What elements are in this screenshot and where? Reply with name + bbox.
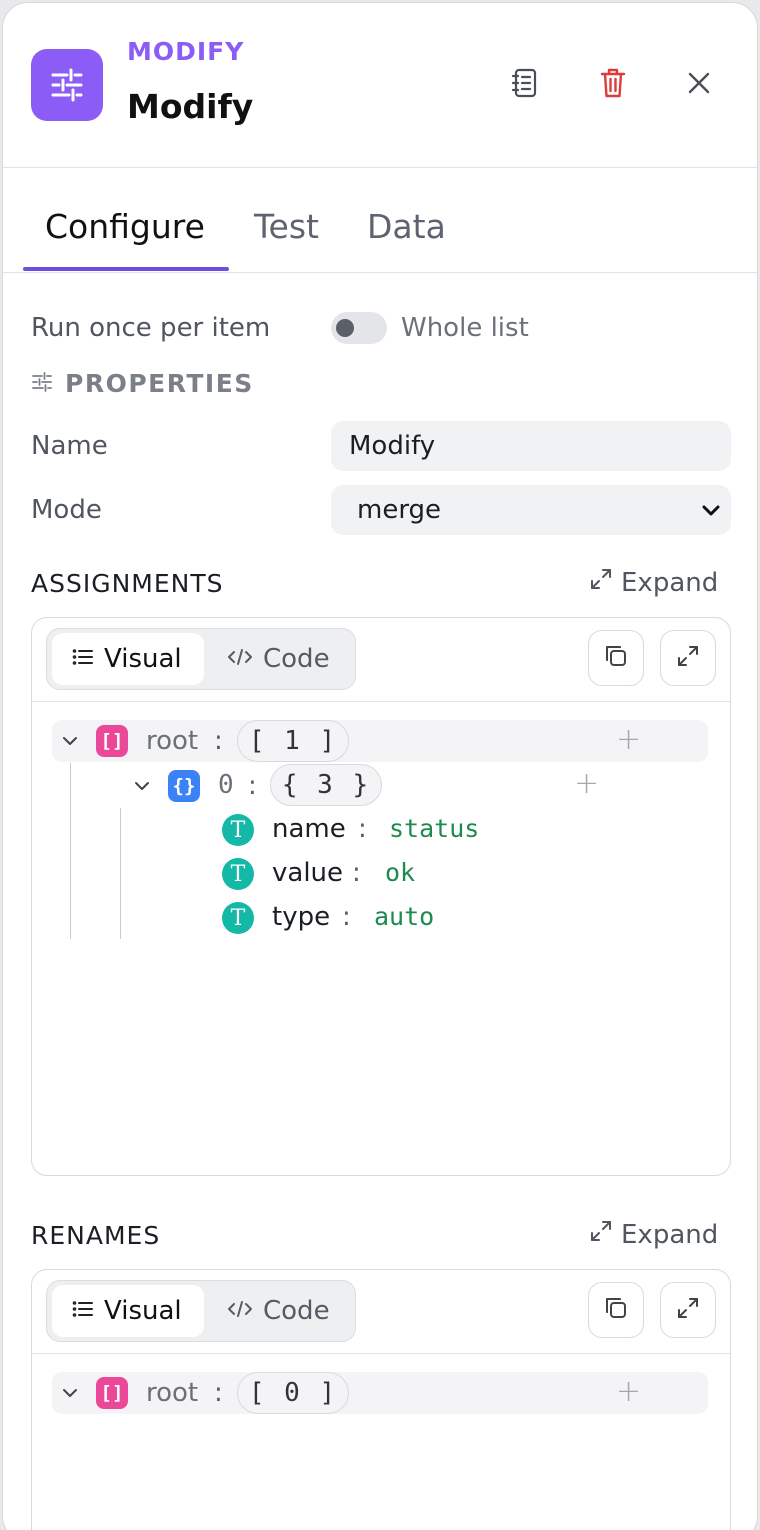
assignments-expand-link[interactable]: Expand: [589, 567, 718, 598]
whole-list-toggle[interactable]: [331, 312, 387, 344]
tree-colon: :: [214, 1378, 223, 1408]
maximize-icon: [676, 1296, 700, 1324]
field-value[interactable]: status: [389, 814, 479, 843]
code-icon: [227, 1296, 253, 1326]
view-switcher: Visual Code: [46, 1280, 356, 1342]
fullscreen-button[interactable]: [660, 1282, 716, 1338]
tab-data[interactable]: Data: [367, 207, 446, 246]
view-switcher: Visual Code: [46, 628, 356, 690]
field-key: name: [272, 814, 346, 844]
maximize-icon: [676, 644, 700, 672]
mode-value: merge: [357, 495, 442, 525]
tree-guide-line: [120, 808, 121, 939]
properties-heading: PROPERTIES: [31, 369, 254, 398]
copy-button[interactable]: [588, 1282, 644, 1338]
add-field-icon[interactable]: +: [574, 766, 599, 801]
field-value[interactable]: auto: [374, 902, 434, 931]
array-type-icon: []: [96, 725, 128, 757]
field-key: value: [272, 858, 344, 888]
notebook-icon: [510, 67, 540, 103]
renames-expand-link[interactable]: Expand: [589, 1219, 718, 1250]
array-type-icon: []: [96, 1377, 128, 1409]
string-type-icon: T: [222, 814, 254, 846]
expand-icon: [589, 567, 613, 598]
code-view-button[interactable]: Code: [227, 1285, 347, 1337]
panel-header: MODIFY Modify: [3, 3, 757, 168]
active-tab-indicator: [23, 267, 229, 271]
assignments-editor: Visual Code [] root: [1] + {} 0: {3…: [31, 617, 731, 1176]
tree-colon: :: [342, 902, 351, 932]
add-item-icon[interactable]: +: [616, 1374, 641, 1409]
tree-guide-line: [70, 763, 71, 939]
copy-button[interactable]: [588, 630, 644, 686]
whole-list-label: Whole list: [401, 313, 529, 343]
node-config-panel: MODIFY Modify Configure Test Data Run on…: [2, 2, 758, 1530]
tab-configure[interactable]: Configure: [45, 207, 205, 246]
array-count-badge[interactable]: [ 0 ]: [237, 1372, 349, 1414]
chevron-down-icon: [699, 498, 723, 529]
tree-colon: :: [358, 814, 367, 844]
run-mode-label: Run once per item: [31, 313, 271, 343]
tree-key: 0: [218, 770, 234, 800]
copy-icon: [603, 1295, 629, 1325]
sliders-icon: [31, 49, 103, 121]
code-view-button[interactable]: Code: [227, 633, 347, 685]
close-button[interactable]: [677, 63, 721, 107]
node-type-label: MODIFY: [127, 37, 245, 66]
tab-test[interactable]: Test: [254, 207, 319, 246]
code-icon: [227, 644, 253, 674]
editor-toolbar: Visual Code: [32, 618, 730, 702]
expand-icon: [589, 1219, 613, 1250]
name-field[interactable]: Modify: [331, 421, 731, 471]
object-count-badge[interactable]: { 3 }: [270, 764, 382, 806]
chevron-down-icon[interactable]: [130, 774, 154, 798]
tree-key: root: [146, 726, 199, 756]
chevron-down-icon[interactable]: [58, 1381, 82, 1405]
node-title: Modify: [127, 87, 254, 126]
delete-button[interactable]: [591, 63, 635, 107]
mode-select[interactable]: merge: [331, 485, 731, 535]
field-value[interactable]: ok: [385, 858, 415, 887]
name-value: Modify: [349, 431, 436, 461]
sliders-small-icon: [31, 371, 53, 397]
tree-colon: :: [214, 726, 223, 756]
chevron-down-icon[interactable]: [58, 729, 82, 753]
field-key: type: [272, 902, 331, 932]
visual-view-button[interactable]: Visual: [52, 633, 204, 685]
tab-bar: Configure Test Data: [3, 169, 757, 273]
tree-colon: :: [352, 858, 361, 888]
toggle-knob: [336, 319, 354, 337]
list-icon: [72, 644, 94, 674]
copy-icon: [603, 643, 629, 673]
name-label: Name: [31, 431, 108, 461]
object-type-icon: {}: [168, 770, 200, 802]
editor-toolbar: Visual Code: [32, 1270, 730, 1354]
array-count-badge[interactable]: [ 1 ]: [237, 720, 349, 762]
trash-icon: [599, 67, 627, 103]
renames-editor: Visual Code [] root: [0] +: [31, 1269, 731, 1530]
fullscreen-button[interactable]: [660, 630, 716, 686]
renames-title: RENAMES: [31, 1221, 161, 1250]
tree-key: root: [146, 1378, 199, 1408]
string-type-icon: T: [222, 858, 254, 890]
assignments-title: ASSIGNMENTS: [31, 569, 224, 598]
tree-colon: :: [248, 771, 257, 801]
docs-button[interactable]: [503, 63, 547, 107]
visual-view-button[interactable]: Visual: [52, 1285, 204, 1337]
close-icon: [687, 71, 711, 99]
add-item-icon[interactable]: +: [616, 722, 641, 757]
string-type-icon: T: [222, 902, 254, 934]
list-icon: [72, 1296, 94, 1326]
mode-label: Mode: [31, 495, 102, 525]
